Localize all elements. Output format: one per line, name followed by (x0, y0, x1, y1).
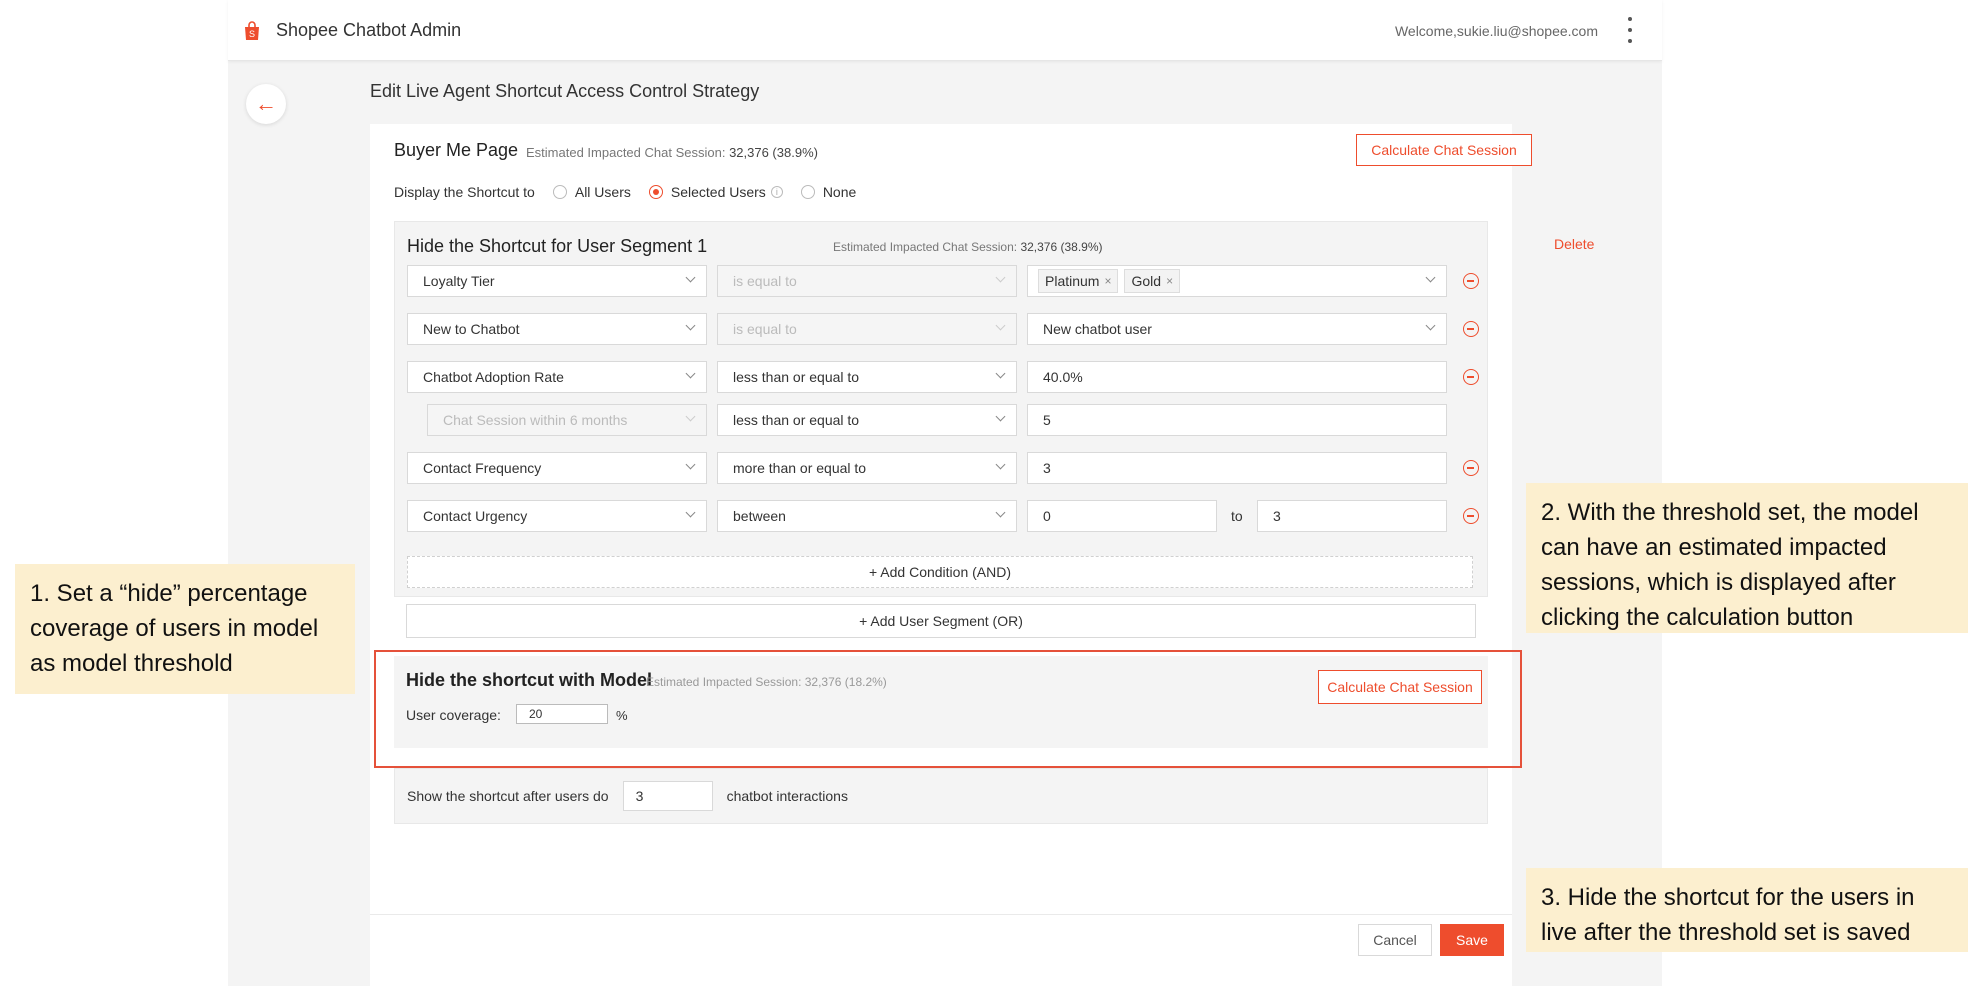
buyer-calculate-button[interactable]: Calculate Chat Session (1356, 134, 1532, 166)
condition-value-input[interactable]: 3 (1027, 452, 1447, 484)
tag-gold: Gold × (1124, 269, 1181, 293)
page-title: Edit Live Agent Shortcut Access Control … (370, 81, 760, 101)
condition-value: 3 (1273, 508, 1281, 524)
condition-value: 0 (1043, 508, 1051, 524)
top-bar: S Shopee Chatbot Admin Welcome,sukie.liu… (228, 0, 1662, 61)
condition-field-value: Chat Session within 6 months (443, 412, 628, 428)
condition-operator-select[interactable]: between (717, 500, 1017, 532)
remove-condition-icon[interactable] (1463, 369, 1479, 385)
admin-app: S Shopee Chatbot Admin Welcome,sukie.liu… (228, 0, 1662, 986)
show-prefix: Show the shortcut after users do (407, 788, 609, 804)
buyer-estimate: Estimated Impacted Chat Session: 32,376 … (526, 145, 818, 160)
condition-operator-select: is equal to (717, 313, 1017, 345)
model-panel: Hide the shortcut with Model Estimated I… (394, 656, 1488, 748)
user-coverage-input[interactable]: 20 (516, 704, 608, 724)
condition-operator-value: is equal to (733, 273, 797, 289)
condition-operator-value: is equal to (733, 321, 797, 337)
condition-field-select[interactable]: Contact Frequency (407, 452, 707, 484)
remove-condition-icon[interactable] (1463, 508, 1479, 524)
model-calculate-button[interactable]: Calculate Chat Session (1318, 670, 1482, 704)
remove-condition-icon[interactable] (1463, 460, 1479, 476)
condition-value: 5 (1043, 412, 1051, 428)
buyer-estimate-value: 32,376 (38.9%) (729, 145, 818, 160)
show-shortcut-panel: Show the shortcut after users do 3 chatb… (394, 768, 1488, 824)
welcome-text: Welcome,sukie.liu@shopee.com (1394, 23, 1598, 39)
condition-field-value: Loyalty Tier (423, 273, 495, 289)
tag-label: Gold (1131, 273, 1162, 289)
save-button[interactable]: Save (1440, 924, 1504, 956)
tag-label: Platinum (1045, 273, 1100, 289)
buyer-me-page-title: Buyer Me Page (394, 140, 519, 160)
condition-operator-value: between (733, 508, 786, 524)
condition-field-select[interactable]: Contact Urgency (407, 500, 707, 532)
percent-unit: % (616, 708, 628, 723)
cancel-button[interactable]: Cancel (1358, 924, 1432, 956)
condition-value: 40.0% (1043, 369, 1083, 385)
condition-field-value: Contact Frequency (423, 460, 542, 476)
footer-divider (370, 914, 1512, 915)
model-estimate: Estimated Impacted Session: 32,376 (18.2… (646, 675, 887, 689)
radio-all-users[interactable] (552, 185, 567, 199)
range-to-label: to (1231, 508, 1243, 524)
annotation-note-3: 3. Hide the shortcut for the users in li… (1526, 868, 1968, 952)
radio-none[interactable] (800, 185, 815, 199)
condition-operator-select: is equal to (717, 265, 1017, 297)
segment-title: Hide the Shortcut for User Segment 1 (407, 236, 708, 256)
range-to-input[interactable]: 3 (1257, 500, 1447, 532)
annotation-note-2: 2. With the threshold set, the model can… (1526, 483, 1968, 633)
display-shortcut-row: Display the Shortcut to All Users Select… (394, 184, 856, 200)
condition-value-input[interactable]: 5 (1027, 404, 1447, 436)
segment-estimate-label: Estimated Impacted Chat Session: (833, 240, 1018, 254)
more-vertical-icon[interactable] (1626, 17, 1634, 43)
condition-operator-select[interactable]: more than or equal to (717, 452, 1017, 484)
condition-value: 3 (1043, 460, 1051, 476)
segment-estimate-value: 32,376 (38.9%) (1020, 240, 1103, 254)
condition-operator-value: less than or equal to (733, 369, 860, 385)
show-suffix: chatbot interactions (726, 788, 848, 804)
condition-field-select[interactable]: Chatbot Adoption Rate (407, 361, 707, 393)
add-condition-button[interactable]: + Add Condition (AND) (407, 556, 1473, 588)
tag-platinum: Platinum × (1038, 269, 1119, 293)
condition-value-select[interactable]: New chatbot user (1027, 313, 1447, 345)
condition-value-input[interactable]: 40.0% (1027, 361, 1447, 393)
buyer-estimate-label: Estimated Impacted Chat Session: (526, 145, 726, 160)
condition-value: New chatbot user (1043, 321, 1152, 337)
add-user-segment-button[interactable]: + Add User Segment (OR) (406, 604, 1476, 638)
segment-estimate: Estimated Impacted Chat Session: 32,376 … (833, 240, 1103, 254)
radio-none-label: None (822, 184, 857, 200)
condition-value-multiselect[interactable]: Platinum × Gold × (1027, 265, 1447, 297)
interaction-count-input[interactable]: 3 (622, 781, 713, 811)
shopee-bag-icon: S (245, 21, 259, 40)
condition-field-value: New to Chatbot (423, 321, 520, 337)
strategy-form: Buyer Me Page Estimated Impacted Chat Se… (370, 124, 1532, 986)
remove-condition-icon[interactable] (1463, 273, 1479, 289)
condition-operator-select[interactable]: less than or equal to (717, 361, 1017, 393)
condition-operator-value: more than or equal to (733, 460, 867, 476)
radio-selected-users[interactable] (648, 185, 663, 199)
condition-field-value: Chatbot Adoption Rate (423, 369, 564, 385)
condition-operator-select[interactable]: less than or equal to (717, 404, 1017, 436)
range-from-input[interactable]: 0 (1027, 500, 1217, 532)
sub-condition-field-select: Chat Session within 6 months (427, 404, 707, 436)
back-arrow-icon[interactable]: ← (246, 84, 286, 124)
model-title: Hide the shortcut with Model (406, 670, 652, 690)
radio-all-users-label: All Users (574, 184, 631, 200)
condition-field-select[interactable]: Loyalty Tier (407, 265, 707, 297)
user-segment-1: Hide the Shortcut for User Segment 1 Est… (394, 221, 1488, 597)
tag-remove-icon[interactable]: × (1104, 274, 1111, 288)
display-shortcut-label: Display the Shortcut to (394, 184, 535, 200)
annotation-note-1: 1. Set a “hide” percentage coverage of u… (15, 564, 355, 694)
app-title: Shopee Chatbot Admin (276, 20, 462, 40)
remove-condition-icon[interactable] (1463, 321, 1479, 337)
user-coverage-label: User coverage: (406, 707, 501, 723)
condition-field-value: Contact Urgency (423, 508, 528, 524)
radio-selected-users-label: Selected Users (670, 184, 766, 200)
condition-field-select[interactable]: New to Chatbot (407, 313, 707, 345)
tag-remove-icon[interactable]: × (1166, 274, 1173, 288)
info-icon[interactable]: i (770, 186, 783, 198)
svg-text:S: S (249, 29, 255, 39)
delete-segment-link[interactable]: Delete (1554, 236, 1594, 252)
condition-operator-value: less than or equal to (733, 412, 860, 428)
